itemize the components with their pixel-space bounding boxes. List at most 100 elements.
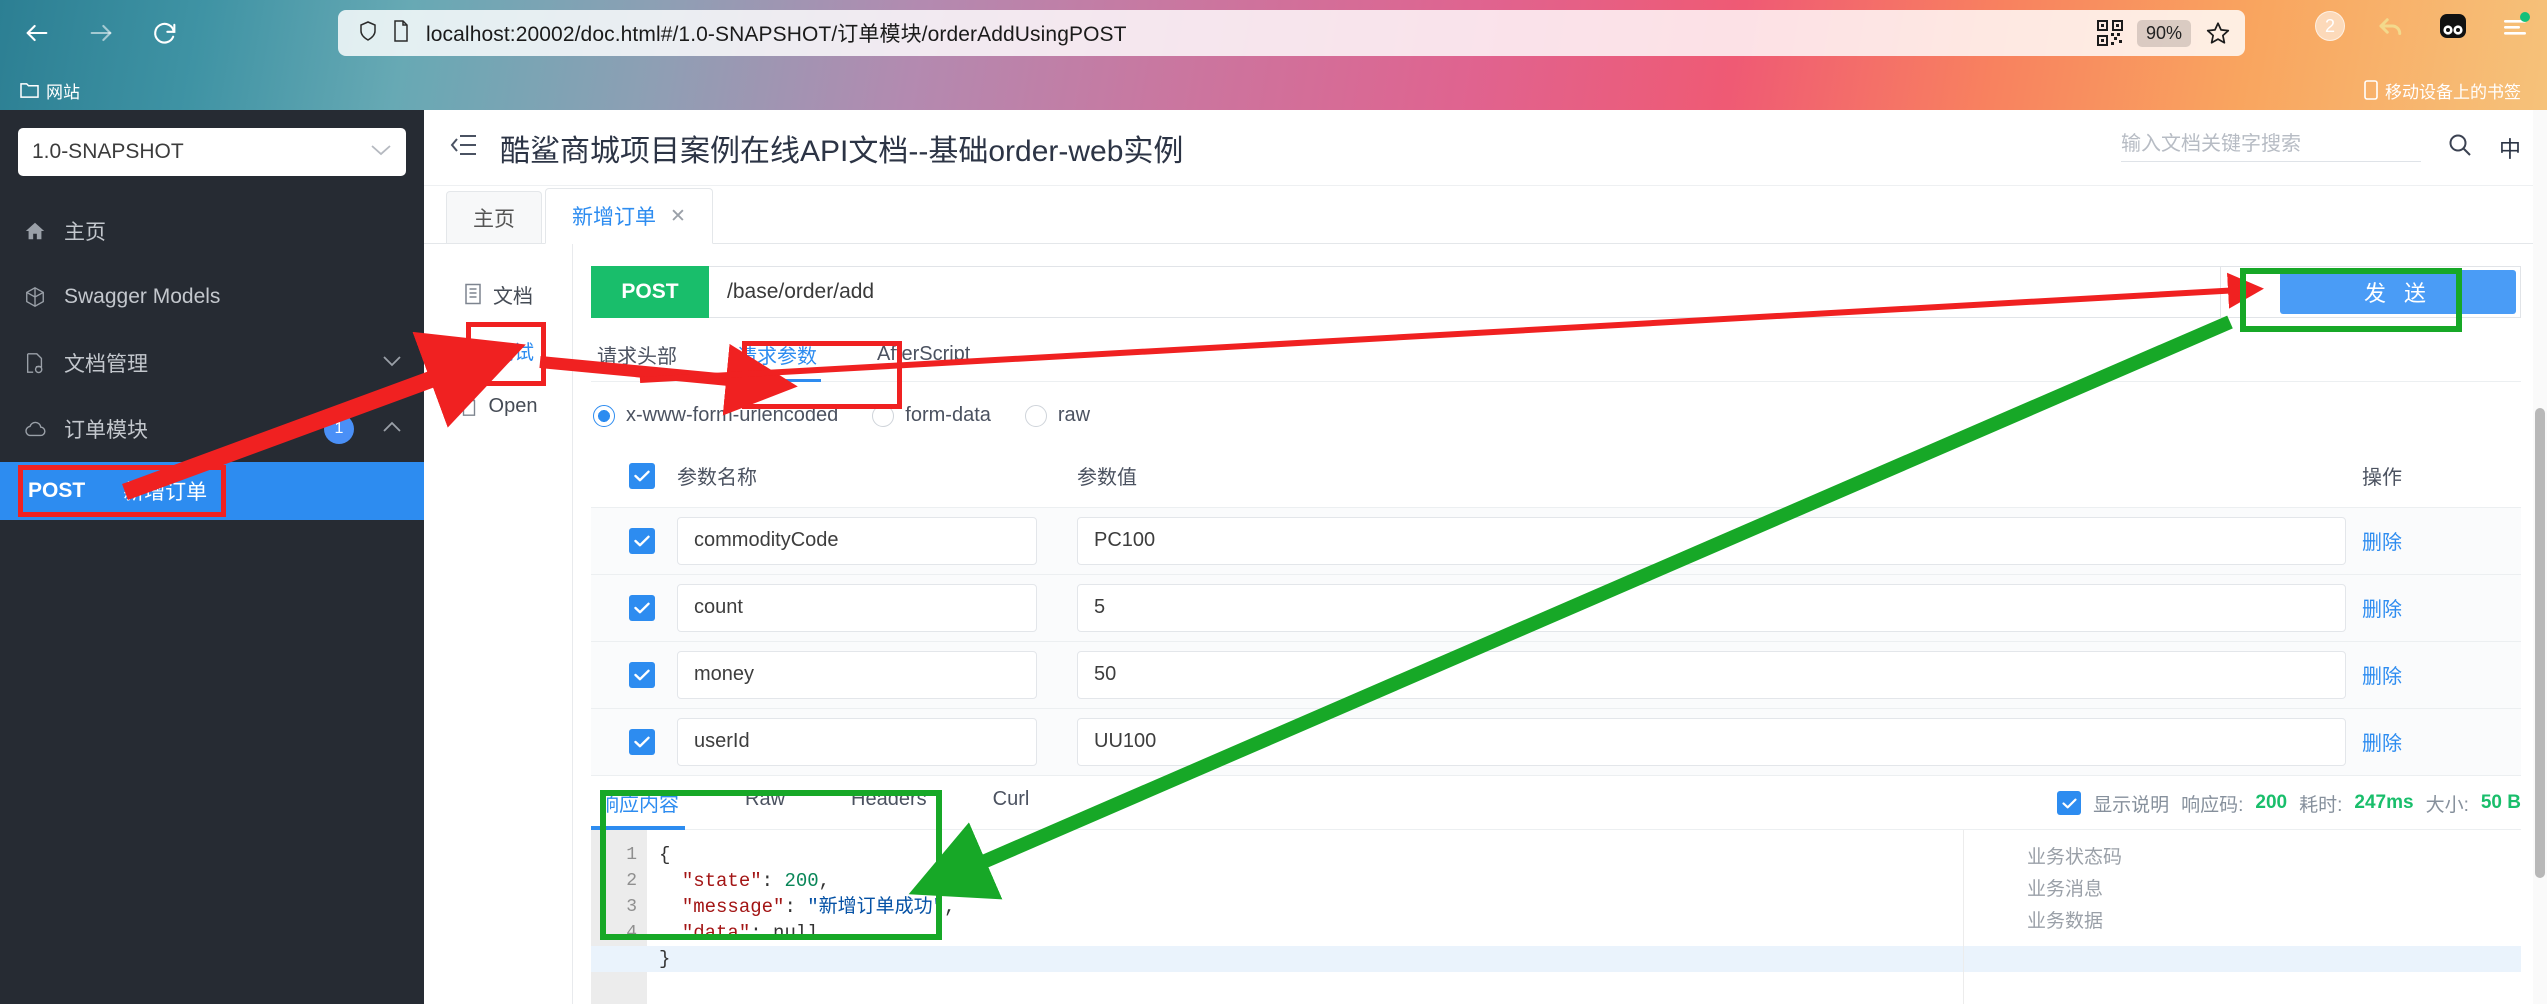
json-viewer[interactable]: { "state": 200, "message": "新增订单成功", "da… [647, 830, 2521, 1004]
doc-nav-item-open[interactable]: Open [424, 378, 572, 434]
undo-arrow-icon[interactable] [2375, 10, 2407, 42]
search-icon[interactable] [2447, 132, 2473, 163]
bookmark-item-mobile[interactable]: 移动设备上的书签 [2354, 78, 2531, 103]
search-input[interactable] [2120, 133, 2421, 156]
debug-panel: POST /base/order/add 发 送 请求头部 请求参数 After… [572, 244, 2547, 1004]
send-button-cell: 发 送 [2221, 266, 2521, 318]
browser-right-actions: 2 [2315, 10, 2531, 42]
tab-request-params[interactable]: 请求参数 [733, 340, 821, 382]
param-value-input[interactable]: 5 [1077, 583, 2346, 632]
row-checkbox[interactable] [629, 661, 655, 688]
address-bar[interactable]: localhost:20002/doc.html#/1.0-SNAPSHOT/订… [338, 10, 2245, 56]
param-name-input[interactable]: userId [677, 717, 1037, 766]
radio-raw[interactable]: raw [1024, 404, 1090, 427]
shield-icon [356, 19, 380, 48]
tab-response-headers[interactable]: Headers [851, 788, 927, 829]
status-code-value: 200 [2255, 792, 2288, 813]
sidebar-item-home[interactable]: 主页 [0, 198, 424, 264]
row-checkbox[interactable] [629, 527, 655, 554]
line-number: 3 [626, 896, 637, 917]
request-url-row: POST /base/order/add 发 送 [591, 266, 2521, 318]
delete-row-button[interactable]: 删除 [2362, 666, 2402, 688]
param-name-input[interactable]: money [677, 650, 1037, 699]
delete-row-button[interactable]: 删除 [2362, 733, 2402, 755]
delete-row-button[interactable]: 删除 [2362, 599, 2402, 621]
json-line-3: "message": "新增订单成功", [681, 895, 956, 918]
param-value-input[interactable]: UU100 [1077, 717, 2346, 766]
tab-response-curl[interactable]: Curl [993, 788, 1030, 829]
row-action-cell: 删除 [2346, 641, 2521, 709]
chevron-down-icon [370, 142, 392, 162]
param-value-input[interactable]: 50 [1077, 650, 2346, 699]
page-doc-icon [390, 19, 412, 48]
radio-x-www-form-urlencoded[interactable]: x-www-form-urlencoded [593, 404, 838, 427]
back-button[interactable] [14, 10, 60, 56]
response-meta: 显示说明 响应码: 200 耗时: 247ms 大小: 50 B [2057, 790, 2521, 827]
sidebar-item-doc-management[interactable]: 文档管理 [0, 330, 424, 396]
radio-form-data[interactable]: form-data [872, 404, 991, 427]
row-checkbox[interactable] [629, 728, 655, 755]
scrollbar-thumb[interactable] [2535, 408, 2545, 878]
browser-menu-icon[interactable] [2499, 10, 2531, 42]
home-icon [22, 220, 48, 242]
zoom-level-badge[interactable]: 90% [2136, 19, 2191, 47]
row-select-cell [591, 641, 677, 709]
tab-response-content[interactable]: 响应内容 [591, 788, 685, 830]
doc-nav-label: 调试 [494, 341, 534, 364]
version-value: 1.0-SNAPSHOT [32, 140, 184, 163]
sidebar-item-order-module[interactable]: 订单模块 1 [0, 396, 424, 462]
doc-nav-label: 文档 [493, 285, 533, 308]
select-all-checkbox[interactable] [629, 462, 655, 489]
size-label: 大小: [2425, 794, 2469, 816]
mobile-device-icon [2364, 80, 2378, 100]
version-select[interactable]: 1.0-SNAPSHOT [18, 128, 406, 176]
tab-response-raw[interactable]: Raw [745, 788, 785, 829]
tab-label: 主页 [473, 207, 515, 231]
check-icon [634, 470, 650, 482]
tab-home[interactable]: 主页 [446, 191, 542, 243]
tab-afterscript[interactable]: AfterScript [877, 343, 970, 378]
sidebar-item-swagger-models[interactable]: Swagger Models [0, 264, 424, 330]
browser-chrome: localhost:20002/doc.html#/1.0-SNAPSHOT/订… [0, 0, 2547, 110]
request-path-input[interactable]: /base/order/add [709, 266, 2221, 318]
json-key-state: "state" [681, 869, 762, 892]
collapse-menu-icon[interactable] [450, 132, 478, 163]
param-name-input[interactable]: count [677, 583, 1037, 632]
search-field[interactable] [2120, 133, 2421, 162]
extensions-icon[interactable] [2437, 10, 2469, 42]
api-name-label: 新增订单 [123, 481, 208, 504]
row-value-cell: PC100 [1077, 507, 2346, 575]
language-toggle[interactable]: 中 [2499, 132, 2521, 164]
check-icon [634, 602, 650, 613]
json-value-message: "新增订单成功" [807, 895, 945, 918]
line-number: 2 [626, 870, 637, 891]
doc-nav-item-debug[interactable]: 调试 [424, 322, 572, 378]
row-action-cell: 删除 [2346, 574, 2521, 642]
doc-nav-item-document[interactable]: 文档 [424, 266, 572, 322]
forward-button[interactable] [78, 10, 124, 56]
send-button[interactable]: 发 送 [2280, 270, 2516, 314]
param-name-input[interactable]: commodityCode [677, 516, 1037, 565]
qr-code-icon[interactable] [2096, 20, 2123, 46]
tab-order-add[interactable]: 新增订单 ✕ [545, 188, 713, 244]
params-table-head: 参数名称 参数值 操作 [591, 445, 2521, 508]
close-icon[interactable]: ✕ [670, 205, 686, 228]
chevron-up-icon[interactable] [382, 420, 402, 438]
row-checkbox[interactable] [629, 594, 655, 621]
status-code-label: 响应码: [2181, 794, 2244, 816]
check-icon [2062, 798, 2077, 808]
vertical-scrollbar[interactable] [2533, 110, 2547, 1004]
tab-request-headers[interactable]: 请求头部 [597, 340, 677, 381]
show-description-checkbox[interactable] [2057, 791, 2082, 815]
field-descriptions: 业务状态码 业务消息 业务数据 [2027, 842, 2122, 938]
document-icon [465, 283, 481, 305]
chevron-down-icon[interactable] [382, 354, 402, 372]
bookmark-star-icon[interactable] [2205, 20, 2231, 46]
line-number: 4 [626, 922, 637, 943]
delete-row-button[interactable]: 删除 [2362, 532, 2402, 554]
reload-button[interactable] [142, 10, 188, 56]
param-value-input[interactable]: PC100 [1077, 516, 2346, 565]
sidebar-api-item-order-add[interactable]: POST 新增订单 [0, 462, 424, 520]
bookmark-item-website[interactable]: 网站 [10, 78, 90, 103]
profile-badge[interactable]: 2 [2315, 11, 2345, 41]
